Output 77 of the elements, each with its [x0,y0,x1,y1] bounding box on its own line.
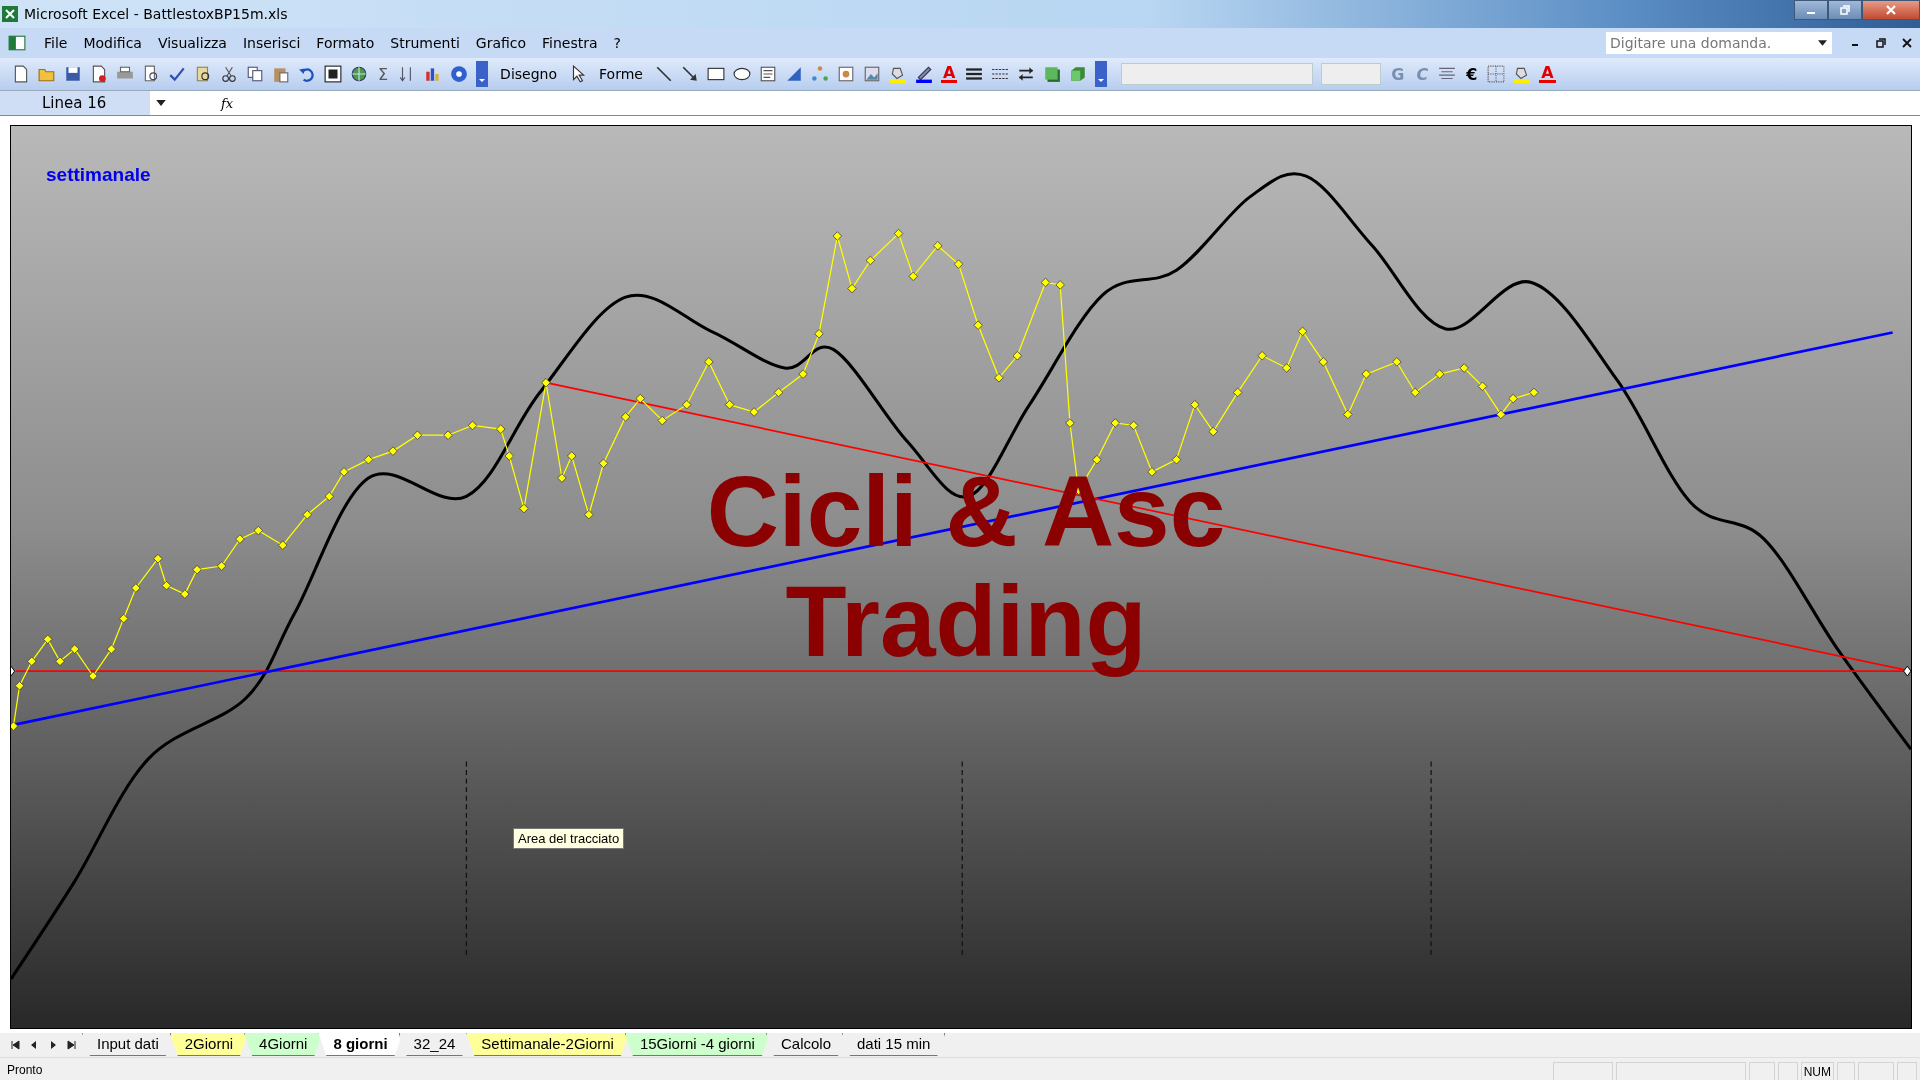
cut-icon[interactable] [220,65,238,83]
menu-item[interactable]: File [36,35,76,51]
line-icon[interactable] [654,65,673,83]
status-text: Pronto [6,1063,43,1079]
research-icon[interactable] [194,65,212,83]
tooltip: Area del tracciato [513,828,625,849]
caret-icon[interactable] [156,100,166,106]
close-icon[interactable] [1902,38,1912,48]
text-box-icon[interactable] [758,65,777,83]
new-document-icon[interactable] [12,65,30,83]
chart-title[interactable]: settimanale [46,164,151,186]
fill-color-icon[interactable] [1513,65,1532,83]
sheet-tab[interactable]: 15Giorni -4 giorni [624,1033,770,1056]
undo-icon[interactable] [298,65,316,83]
menu-item[interactable]: Modifica [75,35,150,51]
menu-item[interactable]: Strumenti [382,35,468,51]
print-preview-icon[interactable] [142,65,160,83]
toolbar-options-icon[interactable] [1095,61,1108,87]
permission-icon[interactable] [90,65,108,83]
close-icon [1885,4,1897,16]
previous-sheet-icon[interactable] [29,1040,39,1050]
chart-overlay-text: Trading [785,566,1147,676]
save-icon[interactable] [64,65,82,83]
menu-item[interactable]: Finestra [534,35,606,51]
diagram-icon[interactable] [810,65,829,83]
restore-icon [1839,4,1851,16]
help-icon[interactable] [450,65,469,83]
clip-art-icon[interactable] [836,65,855,83]
menu-item[interactable]: Inserisci [234,35,309,51]
minimize-icon [1807,12,1815,14]
sheet-tab[interactable]: Settimanale-2Giorni [466,1033,629,1056]
menu-item[interactable]: Visualizza [149,35,235,51]
font-color-button[interactable]: A [940,65,958,83]
globe-icon[interactable] [350,65,368,83]
minimize-button[interactable] [1794,0,1828,20]
fill-color-icon[interactable] [888,65,907,83]
name-box[interactable]: Linea 16 [0,91,150,115]
sheet-tab[interactable]: dati 15 min [842,1033,946,1056]
font-color-button[interactable]: A [1539,65,1556,83]
sheet-tab[interactable]: 4Giorni [244,1033,323,1056]
rectangle-icon[interactable] [706,65,725,83]
restore-icon[interactable] [1876,38,1886,48]
selection-handle[interactable] [1903,665,1911,677]
selection-handle[interactable] [11,665,16,677]
euro-button[interactable]: € [1464,64,1480,84]
window-title: Microsoft Excel - BattlestoxBP15m.xls [24,6,288,22]
autosum-button[interactable]: Σ [376,64,391,84]
menu-item[interactable]: ? [605,35,629,51]
arrow-icon[interactable] [680,65,699,83]
menu-item[interactable]: Grafico [467,35,535,51]
arrow-style-icon[interactable] [1017,65,1036,83]
paste-icon[interactable] [272,65,290,83]
borders-icon[interactable] [1487,65,1506,83]
shapes-menu-button[interactable]: Forme [595,66,647,82]
restore-button[interactable] [1828,0,1862,20]
help-search-field[interactable]: Digitare una domanda. [1606,32,1832,54]
spreadsheet-icon [2,6,18,22]
toolbar-options-icon[interactable] [476,61,489,87]
status-indicator: NUM [1800,1062,1834,1080]
draw-menu-button[interactable]: Disegno [496,66,561,82]
menu-item[interactable]: Formato [308,35,383,51]
oval-icon[interactable] [732,65,751,83]
line-color-icon[interactable] [914,65,933,83]
function-button[interactable]: fx [221,95,234,111]
3d-style-icon[interactable] [1069,65,1088,83]
shadow-icon[interactable] [1043,65,1062,83]
image-icon[interactable] [862,65,881,83]
last-sheet-icon[interactable] [67,1040,77,1050]
close-button[interactable] [1862,0,1920,20]
copy-icon[interactable] [246,65,264,83]
line-style-icon[interactable] [965,65,984,83]
workbook-icon[interactable] [8,34,26,52]
caret-icon[interactable] [1818,40,1827,46]
sheet-tab[interactable]: 8 giorni [318,1033,403,1056]
next-sheet-icon[interactable] [48,1040,58,1050]
spelling-icon[interactable] [168,65,186,83]
first-sheet-icon[interactable] [10,1040,20,1050]
